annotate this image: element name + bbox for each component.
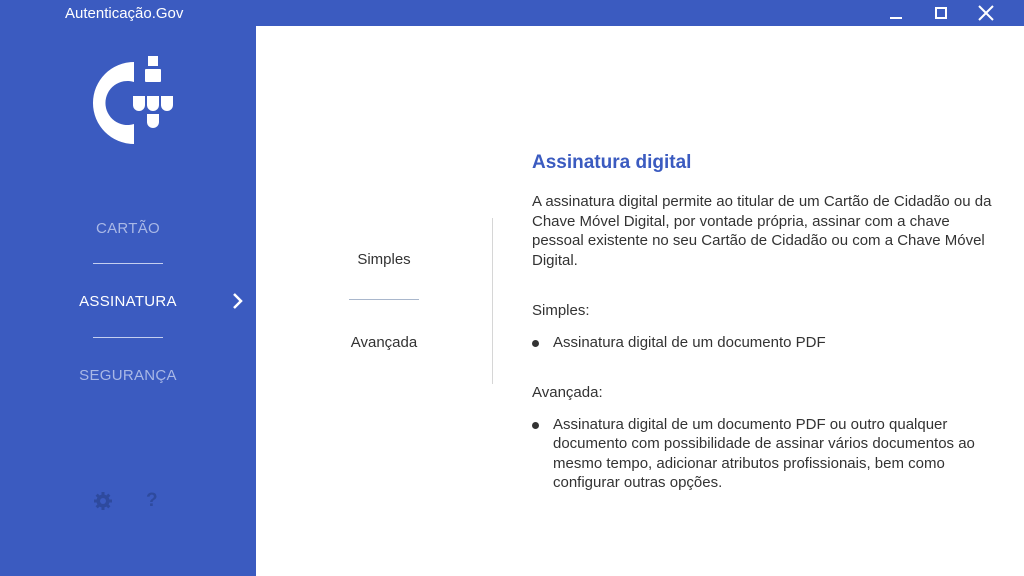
help-icon: ?	[146, 490, 158, 511]
minimize-button[interactable]	[876, 0, 916, 26]
maximize-button[interactable]	[921, 0, 961, 26]
sidebar-item-label: SEGURANÇA	[79, 367, 177, 384]
submenu-item-label: Simples	[357, 251, 411, 268]
title-bar: Autenticação.Gov	[0, 0, 1024, 26]
app-logo	[92, 56, 173, 144]
list-item: Assinatura digital de um documento PDF o…	[532, 415, 992, 493]
list-item: Assinatura digital de um documento PDF	[532, 333, 992, 353]
sidebar-divider	[93, 337, 163, 338]
sidebar-item-assinatura[interactable]: ASSINATURA	[0, 293, 256, 310]
section-label-avancada: Avançada:	[532, 383, 603, 401]
sidebar-item-label: ASSINATURA	[79, 293, 177, 310]
sidebar-item-seguranca[interactable]: SEGURANÇA	[0, 367, 256, 384]
content-panel: Simples Avançada Assinatura digital A as…	[256, 26, 1024, 576]
page-title: Assinatura digital	[532, 152, 692, 173]
help-button[interactable]: ?	[146, 490, 158, 512]
sidebar-item-cartao[interactable]: CARTÃO	[0, 220, 256, 237]
list-item-text: Assinatura digital de um documento PDF	[553, 334, 826, 351]
gear-icon	[94, 492, 112, 510]
close-button[interactable]	[966, 0, 1006, 26]
settings-button[interactable]	[93, 491, 113, 516]
chevron-right-icon	[233, 293, 243, 309]
minimize-icon	[890, 17, 902, 19]
submenu-item-label: Avançada	[350, 334, 418, 351]
sidebar-divider	[93, 263, 163, 264]
sidebar-item-label: CARTÃO	[95, 220, 161, 237]
submenu-item-simples[interactable]: Simples	[349, 251, 419, 268]
section-label-simples: Simples:	[532, 302, 590, 319]
intro-text: A assinatura digital permite ao titular …	[532, 193, 992, 269]
maximize-icon	[935, 7, 947, 19]
description-area: Assinatura digital A assinatura digital …	[532, 152, 992, 493]
vertical-divider	[492, 218, 493, 384]
list-item-text: Assinatura digital de um documento PDF o…	[553, 415, 975, 492]
app-title: Autenticação.Gov	[65, 5, 184, 22]
close-icon	[978, 5, 994, 21]
sidebar: CARTÃO ASSINATURA SEGURANÇA ?	[0, 26, 256, 576]
submenu-item-avancada[interactable]: Avançada	[349, 334, 419, 351]
submenu-divider	[349, 299, 419, 300]
